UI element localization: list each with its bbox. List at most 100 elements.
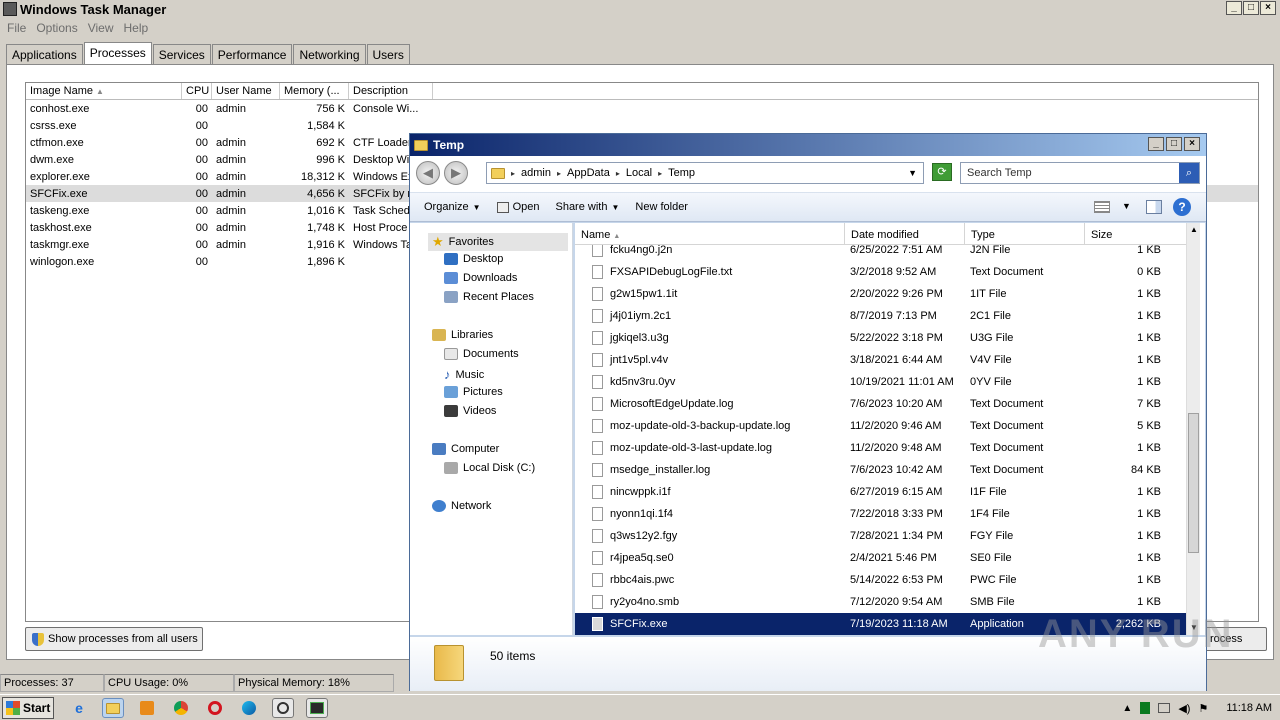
minimize-button[interactable]: _ bbox=[1226, 1, 1242, 15]
file-row[interactable]: nincwppk.i1f 6/27/2019 6:15 AM I1F File 1 K… bbox=[575, 481, 1187, 503]
chevron-icon[interactable]: ▸ bbox=[557, 169, 561, 178]
organize-button[interactable]: Organize ▼ bbox=[416, 201, 489, 213]
media-player-icon[interactable] bbox=[136, 698, 158, 718]
tray-app-icon[interactable] bbox=[1140, 702, 1151, 714]
explorer-titlebar[interactable]: Temp _ □ × bbox=[410, 134, 1206, 156]
chevron-icon[interactable]: ▸ bbox=[658, 169, 662, 178]
file-row[interactable]: q3ws12y2.fgy 7/28/2021 1:34 PM FGY File 1 K… bbox=[575, 525, 1187, 547]
breadcrumb-admin[interactable]: admin bbox=[521, 167, 551, 179]
scroll-thumb[interactable] bbox=[1188, 413, 1199, 553]
start-button[interactable]: Start bbox=[2, 697, 54, 719]
tab-networking[interactable]: Networking bbox=[293, 44, 366, 64]
tab-performance[interactable]: Performance bbox=[211, 44, 293, 64]
opera-icon[interactable] bbox=[204, 698, 226, 718]
file-row[interactable]: rbbc4ais.pwc 5/14/2022 6:53 PM PWC File 1 K… bbox=[575, 569, 1187, 591]
search-input[interactable]: Search Temp ⌕ bbox=[960, 162, 1200, 184]
vertical-scrollbar[interactable]: ▲ ▼ bbox=[1186, 223, 1200, 635]
task-manager-taskbar-icon[interactable] bbox=[306, 698, 328, 718]
view-options-icon[interactable] bbox=[1094, 201, 1110, 213]
file-row[interactable]: moz-update-old-3-last-update.log 11/2/202… bbox=[575, 437, 1187, 459]
nav-favorites[interactable]: ★ Favorites bbox=[428, 233, 568, 251]
close-button[interactable]: × bbox=[1260, 1, 1276, 15]
tab-services[interactable]: Services bbox=[152, 44, 211, 64]
search-icon[interactable]: ⌕ bbox=[1179, 163, 1199, 183]
flag-tray-icon[interactable]: ⚑ bbox=[1198, 702, 1208, 715]
col-memory[interactable]: Memory (... bbox=[280, 83, 349, 99]
menu-help[interactable]: Help bbox=[119, 19, 154, 37]
col-date-modified[interactable]: Date modified bbox=[845, 223, 965, 244]
col-size[interactable]: Size bbox=[1085, 223, 1187, 244]
nav-downloads[interactable]: Downloads bbox=[444, 272, 517, 284]
nav-pictures[interactable]: Pictures bbox=[444, 386, 503, 398]
tab-users[interactable]: Users bbox=[366, 44, 410, 64]
file-row[interactable]: MicrosoftEdgeUpdate.log 7/6/2023 10:20 AM… bbox=[575, 393, 1187, 415]
explorer-maximize-button[interactable]: □ bbox=[1166, 137, 1182, 151]
file-row[interactable]: jgkiqel3.u3g 5/22/2022 3:18 PM U3G File 1 K… bbox=[575, 327, 1187, 349]
file-list[interactable]: fcku4ng0.j2n 6/25/2022 7:51 AM J2N File 1 K… bbox=[575, 223, 1205, 635]
process-row[interactable]: conhost.exe 00 admin 756 K Console Wi... bbox=[26, 100, 1258, 117]
clock[interactable]: 11:18 AM bbox=[1226, 702, 1272, 714]
maximize-button[interactable]: □ bbox=[1243, 1, 1259, 15]
new-folder-button[interactable]: New folder bbox=[627, 201, 696, 213]
chrome-icon[interactable] bbox=[170, 698, 192, 718]
menu-options[interactable]: Options bbox=[31, 19, 82, 37]
col-image-name[interactable]: Image Name ▲ bbox=[26, 83, 182, 99]
tab-processes[interactable]: Processes bbox=[83, 42, 152, 64]
col-user-name[interactable]: User Name bbox=[212, 83, 280, 99]
col-cpu[interactable]: CPU bbox=[182, 83, 212, 99]
show-all-processes-button[interactable]: Show processes from all users bbox=[25, 627, 203, 651]
sfcfix-taskbar-icon[interactable] bbox=[272, 698, 294, 718]
address-dropdown-icon[interactable]: ▼ bbox=[908, 168, 917, 178]
file-row[interactable]: kd5nv3ru.0yv 10/19/2021 11:01 AM 0YV File 1… bbox=[575, 371, 1187, 393]
taskmgr-titlebar[interactable]: Windows Task Manager _ □ × bbox=[0, 0, 1280, 18]
nav-recent-places[interactable]: Recent Places bbox=[444, 291, 534, 303]
edge-icon[interactable] bbox=[238, 698, 260, 718]
explorer-close-button[interactable]: × bbox=[1184, 137, 1200, 151]
address-bar[interactable]: ▸ admin ▸ AppData ▸ Local ▸ Temp ▼ bbox=[486, 162, 924, 184]
file-row[interactable]: r4jpea5q.se0 2/4/2021 5:46 PM SE0 File 1 KB bbox=[575, 547, 1187, 569]
help-icon[interactable]: ? bbox=[1173, 198, 1191, 216]
file-row[interactable]: msedge_installer.log 7/6/2023 10:42 AM Tex… bbox=[575, 459, 1187, 481]
back-button[interactable]: ◀ bbox=[416, 161, 440, 185]
file-row[interactable]: FXSAPIDebugLogFile.txt 3/2/2018 9:52 AM Te… bbox=[575, 261, 1187, 283]
ie-icon[interactable]: e bbox=[68, 698, 90, 718]
tab-applications[interactable]: Applications bbox=[6, 44, 83, 64]
nav-desktop[interactable]: Desktop bbox=[444, 253, 503, 265]
nav-music[interactable]: ♪ Music bbox=[444, 367, 484, 382]
network-tray-icon[interactable] bbox=[1158, 703, 1171, 713]
chevron-icon[interactable]: ▸ bbox=[511, 169, 515, 178]
preview-pane-icon[interactable] bbox=[1146, 200, 1162, 214]
file-row[interactable]: g2w15pw1.1it 2/20/2022 9:26 PM 1IT File 1 K… bbox=[575, 283, 1187, 305]
col-description[interactable]: Description bbox=[349, 83, 433, 99]
forward-button[interactable]: ▶ bbox=[444, 161, 468, 185]
breadcrumb-appdata[interactable]: AppData bbox=[567, 167, 610, 179]
nav-libraries[interactable]: Libraries bbox=[432, 329, 493, 341]
volume-icon[interactable]: ◀) bbox=[1178, 702, 1190, 715]
explorer-minimize-button[interactable]: _ bbox=[1148, 137, 1164, 151]
breadcrumb-local[interactable]: Local bbox=[626, 167, 652, 179]
tray-expand-icon[interactable]: ▲ bbox=[1122, 703, 1132, 714]
file-row[interactable]: nyonn1qi.1f4 7/22/2018 3:33 PM 1F4 File 1 K… bbox=[575, 503, 1187, 525]
explorer-taskbar-icon[interactable] bbox=[102, 698, 124, 718]
file-row[interactable]: moz-update-old-3-backup-update.log 11/2/2… bbox=[575, 415, 1187, 437]
nav-videos[interactable]: Videos bbox=[444, 405, 496, 417]
refresh-icon[interactable]: ⟳ bbox=[932, 163, 952, 181]
process-row[interactable]: csrss.exe 00 1,584 K bbox=[26, 117, 1258, 134]
scroll-up-icon[interactable]: ▲ bbox=[1187, 223, 1201, 237]
view-dropdown-icon[interactable]: ▼ bbox=[1122, 201, 1131, 211]
nav-documents[interactable]: Documents bbox=[444, 348, 519, 360]
open-button[interactable]: Open bbox=[489, 201, 548, 213]
chevron-icon[interactable]: ▸ bbox=[616, 169, 620, 178]
col-type[interactable]: Type bbox=[965, 223, 1085, 244]
file-row[interactable]: j4j01iym.2c1 8/7/2019 7:13 PM 2C1 File 1 KB bbox=[575, 305, 1187, 327]
menu-view[interactable]: View bbox=[83, 19, 119, 37]
menu-file[interactable]: File bbox=[2, 19, 31, 37]
nav-computer[interactable]: Computer bbox=[432, 443, 499, 455]
col-name[interactable]: Name ▲ bbox=[575, 223, 845, 244]
file-row[interactable]: ry2yo4no.smb 7/12/2020 9:54 AM SMB File 1 K… bbox=[575, 591, 1187, 613]
breadcrumb-temp[interactable]: Temp bbox=[668, 167, 695, 179]
share-with-button[interactable]: Share with ▼ bbox=[547, 201, 627, 213]
file-row[interactable]: jnt1v5pl.v4v 3/18/2021 6:44 AM V4V File 1 K… bbox=[575, 349, 1187, 371]
nav-local-disk[interactable]: Local Disk (C:) bbox=[444, 462, 535, 474]
nav-network[interactable]: Network bbox=[432, 500, 491, 512]
